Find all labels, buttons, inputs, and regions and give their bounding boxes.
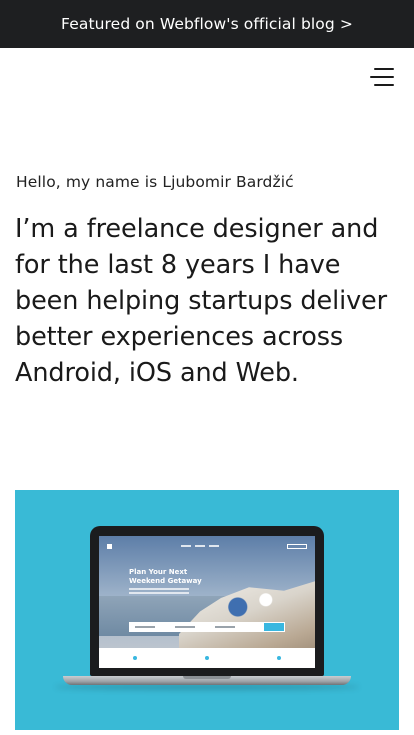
menu-line	[374, 84, 394, 86]
menu-line	[374, 68, 394, 70]
screen-feature-row	[99, 648, 315, 668]
screen-site-nav	[107, 542, 307, 550]
intro-heading: I’m a freelance designer and for the las…	[15, 214, 388, 388]
laptop-notch	[183, 676, 231, 679]
screen-nav-cta	[287, 543, 307, 549]
screen-hero-title: Plan Your Next Weekend Getaway	[129, 568, 202, 585]
screen-logo-icon	[107, 543, 112, 549]
screen-nav-links	[180, 545, 219, 547]
laptop-screen: Plan Your Next Weekend Getaway	[99, 536, 315, 668]
project-showcase-card[interactable]: Plan Your Next Weekend Getaway	[15, 490, 399, 730]
screen-hero-subtitle	[129, 588, 189, 590]
laptop-mockup: Plan Your Next Weekend Getaway	[90, 526, 324, 676]
featured-banner-link[interactable]: Featured on Webflow's official blog >	[0, 0, 414, 48]
screen-search-button	[264, 623, 284, 631]
hamburger-menu-icon[interactable]	[370, 66, 394, 88]
menu-line	[370, 76, 394, 78]
screen-search-bar	[129, 622, 285, 632]
greeting-text: Hello, my name is Ljubomir Bardžić	[16, 173, 294, 191]
